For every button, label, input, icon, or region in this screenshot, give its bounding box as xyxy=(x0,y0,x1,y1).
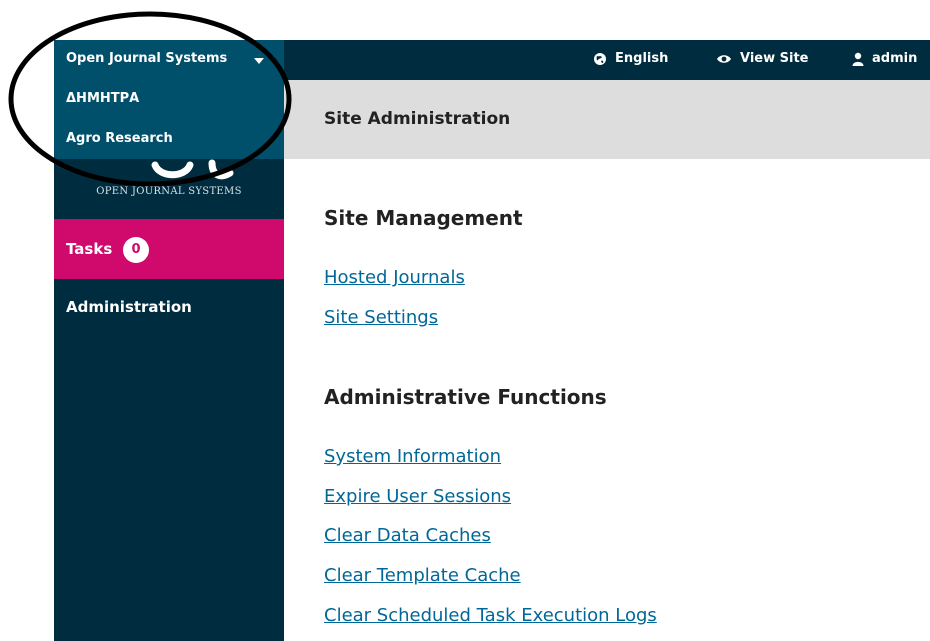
context-item-dimitra[interactable]: ΔΗΜΗΤΡΑ xyxy=(66,91,139,106)
expire-user-sessions-link[interactable]: Expire User Sessions xyxy=(324,486,511,507)
context-switcher-title[interactable]: Open Journal Systems xyxy=(66,51,227,66)
eye-icon xyxy=(717,54,731,63)
context-item-agro-research[interactable]: Agro Research xyxy=(66,131,173,146)
view-site-label: View Site xyxy=(740,51,809,66)
site-management-heading: Site Management xyxy=(324,206,523,230)
tasks-count-badge: 0 xyxy=(123,237,149,263)
page-header: Site Administration xyxy=(284,80,930,159)
ojs-logo-glyph-icon xyxy=(151,159,234,180)
caret-down-icon[interactable] xyxy=(254,58,264,64)
logo-caption: OPEN JOURNAL SYSTEMS xyxy=(96,186,242,197)
system-information-link[interactable]: System Information xyxy=(324,446,501,467)
language-label: English xyxy=(615,51,669,66)
user-label: admin xyxy=(872,51,918,66)
clear-template-cache-link[interactable]: Clear Template Cache xyxy=(324,565,521,586)
user-menu[interactable]: admin xyxy=(852,51,917,66)
tasks-button[interactable]: Tasks 0 xyxy=(54,219,284,279)
site-settings-link[interactable]: Site Settings xyxy=(324,307,438,328)
clear-data-caches-link[interactable]: Clear Data Caches xyxy=(324,525,491,546)
clear-scheduled-task-logs-link[interactable]: Clear Scheduled Task Execution Logs xyxy=(324,605,657,626)
ojs-logo[interactable]: OPEN JOURNAL SYSTEMS xyxy=(54,159,284,219)
sidebar-item-administration[interactable]: Administration xyxy=(66,298,192,316)
view-site-link[interactable]: View Site xyxy=(716,51,809,66)
page-title: Site Administration xyxy=(324,109,511,129)
language-menu[interactable]: English xyxy=(593,51,668,66)
user-icon xyxy=(852,52,864,66)
administrative-functions-heading: Administrative Functions xyxy=(324,385,607,409)
tasks-label: Tasks xyxy=(66,240,113,258)
hosted-journals-link[interactable]: Hosted Journals xyxy=(324,267,465,288)
globe-icon xyxy=(594,52,606,65)
